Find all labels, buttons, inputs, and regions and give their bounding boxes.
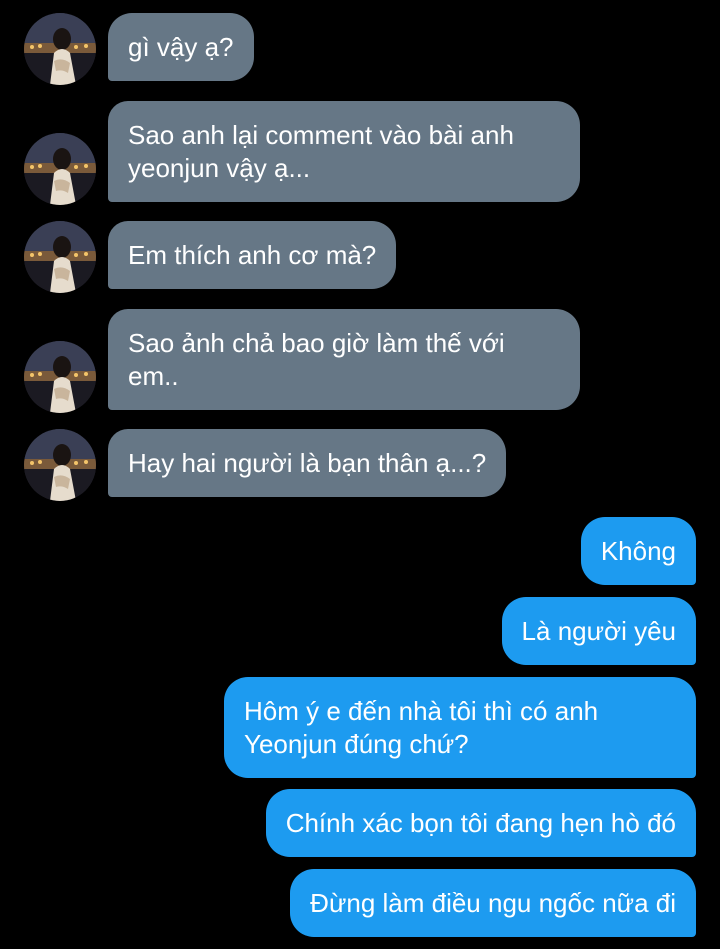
message-text: Hay hai người là bạn thân ạ...? <box>128 448 487 478</box>
avatar-photo-icon <box>24 13 96 85</box>
chat-thread: gì vậy ạ? Sao anh lại comment vào bài an… <box>0 0 720 949</box>
message-text: Không <box>600 536 676 566</box>
message-text: Sao ảnh chả bao giờ làm thế với em.. <box>128 328 505 391</box>
avatar-photo-icon <box>24 221 96 293</box>
sender-avatar[interactable] <box>24 133 96 205</box>
sender-avatar[interactable] <box>24 221 96 293</box>
message-text: Hôm ý e đến nhà tôi thì có anh Yeonjun đ… <box>244 696 599 759</box>
message-text: gì vậy ạ? <box>128 32 234 62</box>
message-text: Chính xác bọn tôi đang hẹn hò đó <box>285 808 676 838</box>
sender-avatar[interactable] <box>24 13 96 85</box>
avatar-photo-icon <box>24 429 96 501</box>
avatar-photo-icon <box>24 133 96 205</box>
message-text: Đừng làm điều ngu ngốc nữa đi <box>310 888 676 918</box>
sender-avatar[interactable] <box>24 341 96 413</box>
incoming-message[interactable]: Sao anh lại comment vào bài anh yeonjun … <box>108 101 580 202</box>
incoming-message[interactable]: Em thích anh cơ mà? <box>108 221 397 289</box>
message-text: Là người yêu <box>521 616 676 646</box>
incoming-message[interactable]: gì vậy ạ? <box>108 13 254 81</box>
outgoing-message[interactable]: Đừng làm điều ngu ngốc nữa đi <box>290 869 696 937</box>
incoming-message[interactable]: Sao ảnh chả bao giờ làm thế với em.. <box>108 309 580 410</box>
message-text: Em thích anh cơ mà? <box>128 240 377 270</box>
incoming-message[interactable]: Hay hai người là bạn thân ạ...? <box>108 429 507 497</box>
avatar-photo-icon <box>24 341 96 413</box>
outgoing-message[interactable]: Chính xác bọn tôi đang hẹn hò đó <box>265 789 696 857</box>
message-text: Sao anh lại comment vào bài anh yeonjun … <box>128 120 514 183</box>
outgoing-message[interactable]: Hôm ý e đến nhà tôi thì có anh Yeonjun đ… <box>224 677 696 778</box>
outgoing-message[interactable]: Là người yêu <box>501 597 696 665</box>
outgoing-message[interactable]: Không <box>580 517 696 585</box>
sender-avatar[interactable] <box>24 429 96 501</box>
